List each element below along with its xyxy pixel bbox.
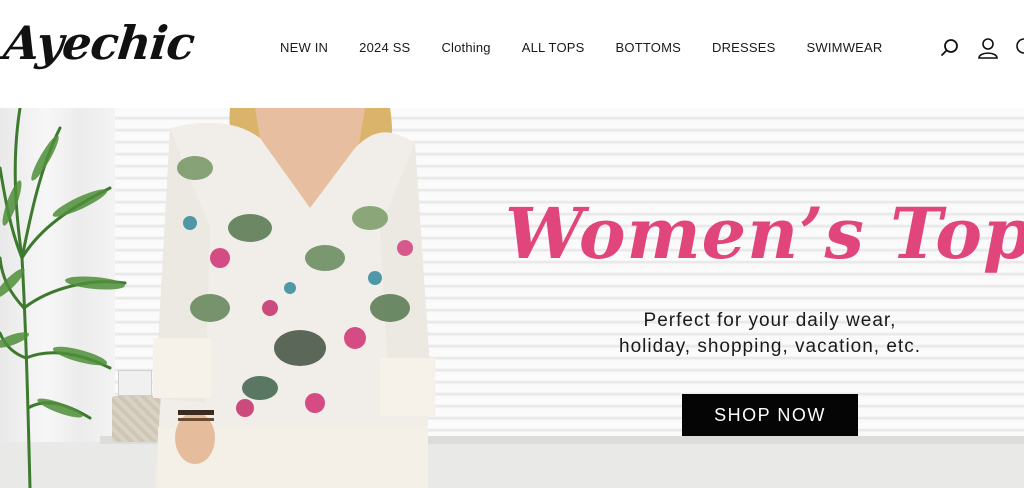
main-nav: NEW IN 2024 SS Clothing ALL TOPS BOTTOMS… (280, 38, 914, 56)
model-in-floral-top-image (153, 108, 435, 488)
site-header: Ayechic NEW IN 2024 SS Clothing ALL TOPS… (0, 0, 1024, 108)
hero-subtitle: Perfect for your daily wear, holiday, sh… (560, 308, 980, 360)
hero-subtitle-line-1: Perfect for your daily wear, (643, 310, 897, 331)
potted-plant-image (0, 108, 127, 488)
shop-now-button[interactable]: SHOP NOW (682, 394, 858, 436)
nav-item-swimwear[interactable]: SWIMWEAR (807, 40, 883, 55)
nav-item-clothing[interactable]: Clothing (441, 40, 490, 55)
nav-item-all-tops[interactable]: ALL TOPS (522, 40, 585, 55)
brand-logo[interactable]: Ayechic (0, 8, 197, 78)
hero-title: Women’s Tops (505, 192, 1024, 275)
header-icons (924, 36, 1024, 60)
user-icon[interactable] (976, 36, 1000, 60)
search-icon[interactable] (938, 36, 962, 60)
nav-item-new-in[interactable]: NEW IN (280, 40, 328, 55)
nav-item-dresses[interactable]: DRESSES (712, 40, 776, 55)
nav-item-2024-ss[interactable]: 2024 SS (359, 40, 410, 55)
hero-banner[interactable]: Women’s Tops Perfect for your daily wear… (0, 108, 1024, 488)
nav-item-bottoms[interactable]: BOTTOMS (616, 40, 681, 55)
hero-subtitle-line-2: holiday, shopping, vacation, etc. (619, 336, 921, 357)
cart-icon[interactable] (1014, 36, 1024, 60)
